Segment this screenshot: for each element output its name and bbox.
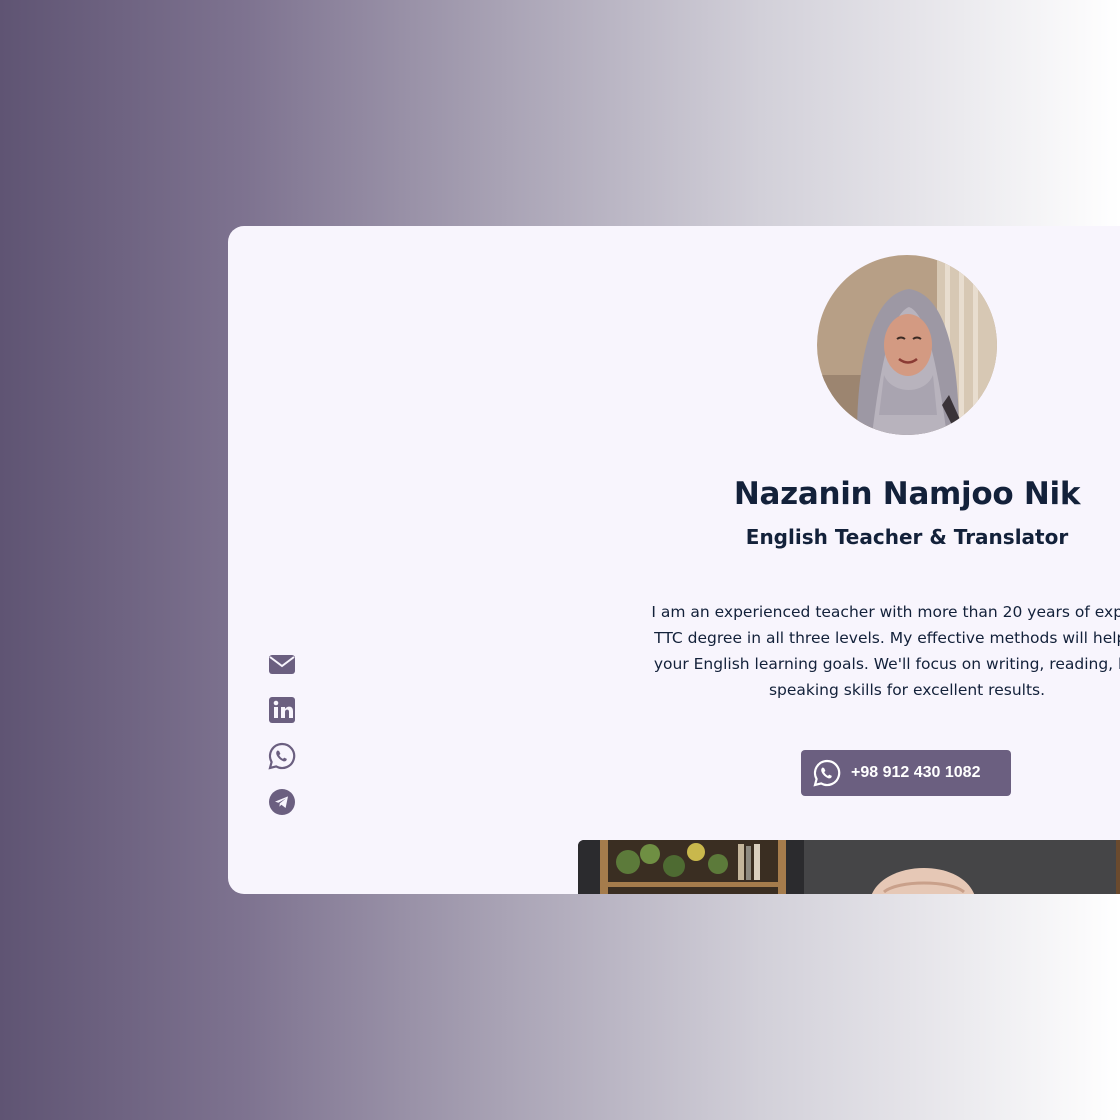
profile-card: Nazanin Namjoo Nik English Teacher & Tra… bbox=[228, 226, 1120, 894]
profile-bio: I am an experienced teacher with more th… bbox=[620, 599, 1120, 703]
telegram-icon bbox=[269, 789, 295, 815]
profile-name: Nazanin Namjoo Nik bbox=[733, 476, 1081, 512]
envelope-icon bbox=[269, 655, 295, 674]
bio-line: your English learning goals. We'll focus… bbox=[653, 655, 1120, 673]
email-link[interactable] bbox=[268, 650, 296, 678]
whatsapp-phone-button[interactable]: +98 912 430 1082 bbox=[801, 750, 1011, 796]
bio-line: speaking skills for excellent results. bbox=[768, 681, 1046, 699]
bio-line: TTC degree in all three levels. My effec… bbox=[654, 629, 1120, 647]
linkedin-icon bbox=[269, 697, 295, 723]
telegram-link[interactable] bbox=[268, 788, 296, 816]
whatsapp-icon bbox=[268, 742, 296, 770]
profile-role: English Teacher & Translator bbox=[745, 525, 1069, 549]
bio-line: I am an experienced teacher with more th… bbox=[651, 603, 1120, 621]
social-links bbox=[268, 650, 298, 834]
classroom-photo bbox=[578, 840, 1120, 894]
whatsapp-link[interactable] bbox=[268, 742, 296, 770]
phone-number: +98 912 430 1082 bbox=[851, 764, 981, 781]
profile-avatar bbox=[817, 255, 997, 435]
linkedin-link[interactable] bbox=[268, 696, 296, 724]
whatsapp-icon bbox=[813, 759, 841, 787]
